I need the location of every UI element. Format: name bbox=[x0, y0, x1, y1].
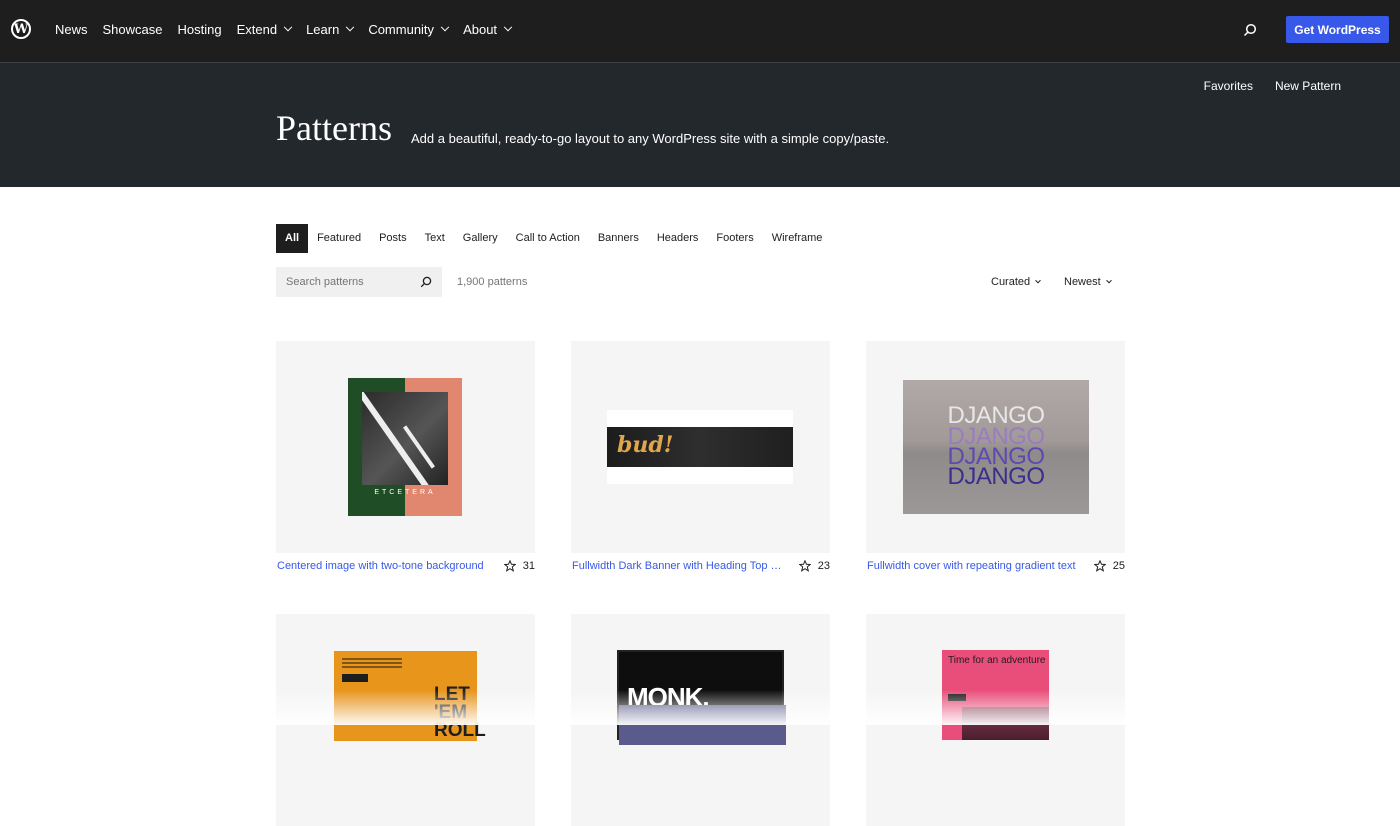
pattern-preview: MONK. bbox=[617, 650, 786, 745]
card-footer: Fullwidth Dark Banner with Heading Top L… bbox=[571, 553, 830, 579]
preview-heading: bud! bbox=[617, 432, 674, 458]
curated-dropdown[interactable]: Curated bbox=[991, 276, 1041, 288]
pattern-preview: DJANGO DJANGO DJANGO DJANGO bbox=[903, 380, 1089, 514]
pattern-preview: ETCETERA bbox=[348, 378, 462, 516]
preview-image bbox=[962, 707, 1049, 740]
filter-headers[interactable]: Headers bbox=[648, 224, 708, 253]
favorite-count: 25 bbox=[1112, 560, 1125, 572]
nav-news[interactable]: News bbox=[55, 22, 88, 37]
preview-purple-bar bbox=[619, 705, 786, 745]
chevron-down-icon bbox=[283, 22, 293, 31]
chevron-down-icon bbox=[503, 22, 513, 31]
filter-wireframe[interactable]: Wireframe bbox=[763, 224, 832, 253]
star-icon[interactable] bbox=[798, 560, 811, 572]
search-icon[interactable] bbox=[1243, 23, 1257, 37]
nav-hosting[interactable]: Hosting bbox=[178, 22, 222, 37]
filter-posts[interactable]: Posts bbox=[370, 224, 416, 253]
nav-showcase[interactable]: Showcase bbox=[103, 22, 163, 37]
pattern-thumbnail[interactable]: LET 'EM ROLL bbox=[276, 614, 535, 826]
nav-extend[interactable]: Extend bbox=[236, 22, 293, 37]
chevron-down-icon bbox=[1105, 277, 1112, 284]
pattern-card[interactable]: LET 'EM ROLL bbox=[276, 614, 535, 826]
pattern-card[interactable]: DJANGO DJANGO DJANGO DJANGO Fullwidth co… bbox=[866, 341, 1125, 579]
chevron-down-icon bbox=[440, 22, 450, 31]
nav-community[interactable]: Community bbox=[368, 22, 450, 37]
nav-about[interactable]: About bbox=[463, 22, 513, 37]
search-input[interactable] bbox=[276, 276, 414, 288]
pattern-preview: LET 'EM ROLL bbox=[334, 651, 486, 741]
pattern-title-link[interactable]: Fullwidth Dark Banner with Heading Top L… bbox=[571, 560, 786, 572]
wordpress-logo-icon[interactable]: W bbox=[11, 19, 31, 39]
star-icon[interactable] bbox=[1093, 560, 1106, 572]
filter-call-to-action[interactable]: Call to Action bbox=[507, 224, 589, 253]
nav-label: Showcase bbox=[102, 22, 163, 37]
filter-all[interactable]: All bbox=[276, 224, 309, 253]
favorites-link[interactable]: Favorites bbox=[1204, 79, 1253, 93]
patterns-hero: Favorites New Pattern Patterns Add a bea… bbox=[0, 62, 1400, 187]
pattern-preview: bud! bbox=[607, 410, 793, 484]
chevron-down-icon bbox=[1035, 277, 1041, 284]
preview-heading: Time for an adventure bbox=[948, 655, 1046, 666]
pattern-thumbnail[interactable]: bud! bbox=[571, 341, 830, 553]
pattern-thumbnail[interactable]: MONK. bbox=[571, 614, 830, 826]
preview-text-4: DJANGO bbox=[947, 463, 1045, 490]
preview-heading: LET 'EM ROLL bbox=[434, 684, 486, 741]
preview-caption: ETCETERA bbox=[374, 489, 436, 496]
filter-footers[interactable]: Footers bbox=[707, 224, 762, 253]
nav-label: About bbox=[463, 22, 498, 37]
get-wordpress-button[interactable]: Get WordPress bbox=[1286, 16, 1389, 43]
card-footer: Centered image with two-tone background … bbox=[276, 553, 535, 579]
nav-label: Hosting bbox=[177, 22, 222, 37]
filter-featured[interactable]: Featured bbox=[308, 224, 370, 253]
search-icon[interactable] bbox=[420, 276, 432, 288]
pattern-card[interactable]: Time for an adventure bbox=[866, 614, 1125, 826]
star-icon[interactable] bbox=[503, 560, 516, 572]
pattern-title-link[interactable]: Centered image with two-tone background bbox=[276, 560, 491, 572]
preview-road-image bbox=[362, 392, 448, 485]
newest-label: Newest bbox=[1064, 276, 1101, 288]
nav-label: News bbox=[55, 22, 88, 37]
preview-dark-banner: bud! bbox=[607, 427, 793, 467]
preview-small-text bbox=[342, 658, 402, 660]
new-pattern-link[interactable]: New Pattern bbox=[1275, 79, 1341, 93]
main-nav: News Showcase Hosting Extend Learn Commu… bbox=[55, 22, 526, 37]
filter-gallery[interactable]: Gallery bbox=[454, 224, 507, 253]
page-title: Patterns bbox=[276, 108, 392, 148]
card-footer: Fullwidth cover with repeating gradient … bbox=[866, 553, 1125, 579]
newest-dropdown[interactable]: Newest bbox=[1064, 276, 1112, 288]
pattern-preview: Time for an adventure bbox=[942, 650, 1049, 740]
search-patterns-box bbox=[276, 267, 442, 297]
global-header: W News Showcase Hosting Extend Learn Com… bbox=[0, 0, 1400, 62]
favorite-count: 31 bbox=[522, 560, 535, 572]
pattern-card[interactable]: MONK. bbox=[571, 614, 830, 826]
pattern-card[interactable]: bud! Fullwidth Dark Banner with Heading … bbox=[571, 341, 830, 579]
pattern-card[interactable]: ETCETERA Centered image with two-tone ba… bbox=[276, 341, 535, 579]
page-description: Add a beautiful, ready-to-go layout to a… bbox=[411, 131, 890, 146]
pattern-count: 1,900 patterns bbox=[457, 276, 528, 288]
nav-label: Community bbox=[368, 22, 435, 37]
nav-label: Extend bbox=[236, 22, 278, 37]
filter-banners[interactable]: Banners bbox=[589, 224, 648, 253]
pattern-title-link[interactable]: Fullwidth cover with repeating gradient … bbox=[866, 560, 1081, 572]
hero-links: Favorites New Pattern bbox=[1204, 79, 1341, 93]
favorite-count: 23 bbox=[817, 560, 830, 572]
nav-label: Learn bbox=[306, 22, 340, 37]
pattern-thumbnail[interactable]: Time for an adventure bbox=[866, 614, 1125, 826]
chevron-down-icon bbox=[346, 22, 355, 31]
pattern-thumbnail[interactable]: ETCETERA bbox=[276, 341, 535, 553]
category-filters: All Featured Posts Text Gallery Call to … bbox=[276, 224, 831, 253]
preview-button bbox=[342, 674, 368, 682]
pattern-thumbnail[interactable]: DJANGO DJANGO DJANGO DJANGO bbox=[866, 341, 1125, 553]
nav-learn[interactable]: Learn bbox=[306, 22, 355, 37]
curated-label: Curated bbox=[991, 276, 1031, 288]
filter-text[interactable]: Text bbox=[416, 224, 454, 253]
preview-button bbox=[948, 694, 966, 701]
